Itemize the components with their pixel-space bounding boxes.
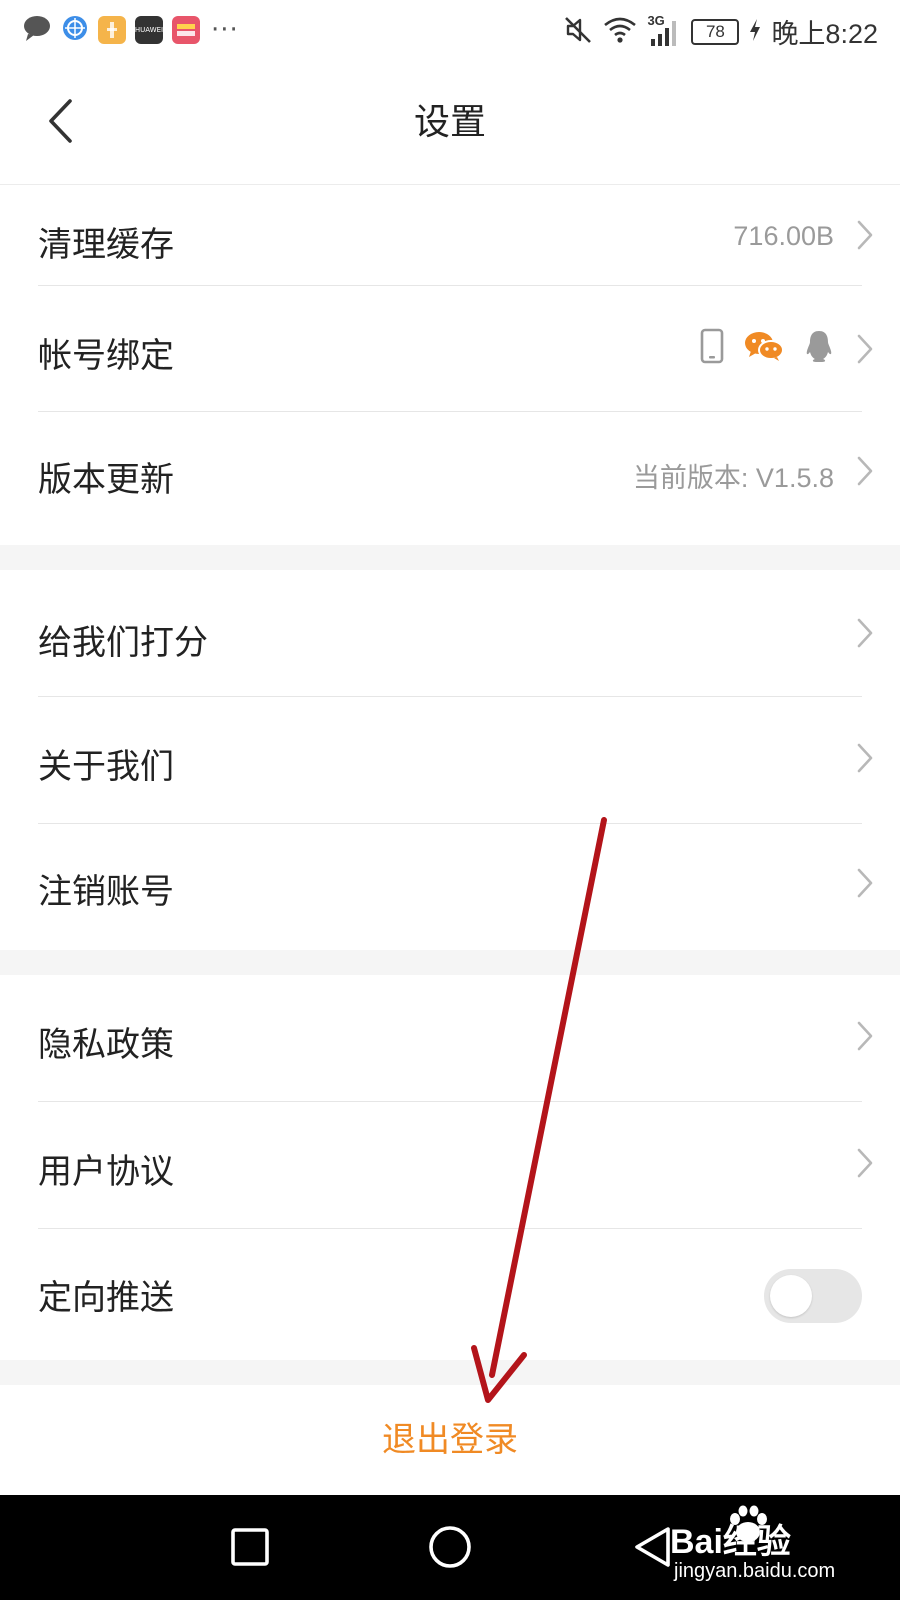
settings-item-about-us[interactable]: 关于我们 [0,697,900,823]
settings-item-label: 定向推送 [38,1278,174,1318]
square-icon [230,1527,270,1571]
settings-group-storage-account: 清理缓存 716.00B 帐号绑定 版本更新 当前版本: V1.5.8 [0,185,900,545]
app-notification-icon [98,16,126,44]
logout-section: 退出登录 [0,1385,900,1495]
settings-item-label: 用户协议 [38,1152,174,1192]
browser-icon [61,14,89,46]
chevron-right-icon [857,743,873,773]
settings-item-targeted-push: 定向推送 [0,1229,900,1360]
message-icon [22,14,52,46]
cellular-signal-icon: 3G [647,13,681,47]
cache-size-value: 716.00B [733,221,834,251]
more-notifications-indicator: ··· [211,15,239,45]
charging-icon [749,18,761,46]
huawei-label: HUAWEI [135,26,163,34]
settings-group-about: 给我们打分 关于我们 注销账号 [0,570,900,950]
wifi-icon [603,16,637,48]
battery-indicator: 78 [691,18,740,45]
triangle-back-icon [632,1525,672,1573]
settings-item-version-update[interactable]: 版本更新 当前版本: V1.5.8 [0,412,900,545]
wallet-app-icon [172,16,200,44]
chevron-right-icon [857,1021,873,1051]
battery-level: 78 [705,21,725,41]
qq-icon [804,329,834,367]
baidu-jingyan-watermark: Bai经验 jingyan.baidu.com [670,1505,870,1592]
back-button[interactable] [36,90,86,156]
settings-item-label: 关于我们 [38,747,174,787]
settings-item-label: 版本更新 [38,460,174,500]
recent-apps-button[interactable] [222,1521,278,1577]
settings-item-label: 隐私政策 [38,1025,174,1065]
current-version-value: 当前版本: V1.5.8 [632,463,834,493]
settings-item-rate-us[interactable]: 给我们打分 [0,570,900,696]
home-button[interactable] [422,1521,478,1577]
targeted-push-toggle[interactable] [764,1269,862,1323]
mute-icon [563,15,593,49]
settings-item-delete-account[interactable]: 注销账号 [0,824,900,950]
chevron-right-icon [857,334,873,364]
chevron-left-icon [46,98,76,148]
page-title: 设置 [413,102,486,143]
settings-group-policy: 隐私政策 用户协议 定向推送 [0,975,900,1360]
status-bar-notifications: HUAWEI ··· [22,14,239,46]
chevron-right-icon [857,868,873,898]
chevron-right-icon [857,1148,873,1178]
watermark-brand: Bai经验 [670,1523,791,1561]
settings-item-label: 帐号绑定 [38,336,174,376]
chevron-right-icon [857,456,873,486]
settings-item-label: 注销账号 [38,872,174,912]
circle-icon [428,1525,472,1573]
settings-item-label: 清理缓存 [38,225,174,265]
toggle-knob [770,1275,812,1317]
wechat-icon [744,330,784,366]
settings-item-privacy-policy[interactable]: 隐私政策 [0,975,900,1101]
status-bar: HUAWEI ··· 3G 78 晚上8:22 [0,0,900,62]
chevron-right-icon [857,220,873,250]
app-header: 设置 [0,62,900,185]
logout-button[interactable]: 退出登录 [0,1385,900,1495]
settings-item-label: 给我们打分 [38,623,208,663]
status-bar-system: 3G 78 晚上8:22 [563,12,878,51]
watermark-url: jingyan.baidu.com [674,1560,836,1582]
huawei-app-icon: HUAWEI [135,16,163,44]
settings-item-account-binding[interactable]: 帐号绑定 [0,286,900,412]
clock: 晚上8:22 [771,19,878,49]
chevron-right-icon [857,618,873,648]
settings-item-clear-cache[interactable]: 清理缓存 716.00B [0,185,900,286]
binding-icons [700,328,834,368]
settings-item-user-agreement[interactable]: 用户协议 [0,1102,900,1228]
phone-icon [700,328,724,368]
